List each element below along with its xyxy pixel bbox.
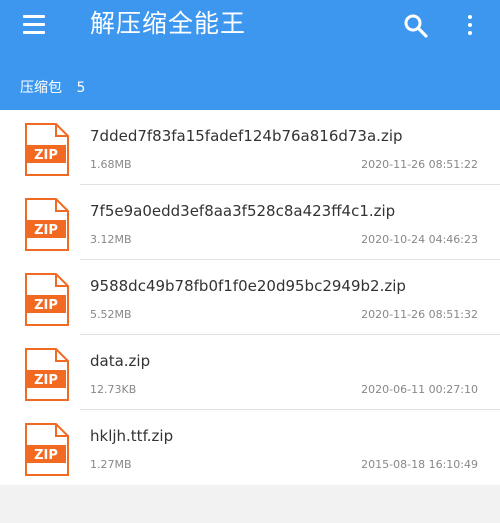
file-row[interactable]: ZIP 9588dc49b78fb0f1f0e20d95bc2949b2.zip… bbox=[0, 260, 500, 335]
file-row[interactable]: ZIP data.zip 12.73KB 2020-06-11 00:27:10 bbox=[0, 335, 500, 410]
zip-icon-label: ZIP bbox=[34, 223, 58, 238]
file-size: 12.73KB bbox=[90, 383, 137, 396]
file-date: 2020-11-26 08:51:32 bbox=[361, 308, 478, 321]
zip-file-icon: ZIP bbox=[24, 273, 70, 327]
file-date: 2020-10-24 04:46:23 bbox=[361, 233, 478, 246]
file-date: 2015-08-18 16:10:49 bbox=[361, 458, 478, 471]
file-date: 2020-06-11 00:27:10 bbox=[361, 383, 478, 396]
file-date: 2020-11-26 08:51:22 bbox=[361, 158, 478, 171]
zip-file-icon: ZIP bbox=[24, 423, 70, 477]
more-vertical-icon[interactable] bbox=[460, 12, 480, 40]
zip-icon-label: ZIP bbox=[34, 448, 58, 463]
toolbar: 解压缩全能王 bbox=[0, 0, 500, 50]
zip-icon-label: ZIP bbox=[34, 298, 58, 313]
zip-icon-label: ZIP bbox=[34, 373, 58, 388]
file-size: 3.12MB bbox=[90, 233, 132, 246]
file-size: 1.68MB bbox=[90, 158, 132, 171]
file-size: 1.27MB bbox=[90, 458, 132, 471]
section-count: 5 bbox=[76, 80, 86, 96]
section-label: 压缩包 bbox=[20, 80, 62, 96]
app-title: 解压缩全能王 bbox=[90, 9, 247, 38]
zip-file-icon: ZIP bbox=[24, 348, 70, 402]
file-list: ZIP 7dded7f83fa15fadef124b76a816d73a.zip… bbox=[0, 110, 500, 485]
file-name: 9588dc49b78fb0f1f0e20d95bc2949b2.zip bbox=[90, 277, 406, 295]
section-header: 压缩包 5 bbox=[20, 76, 85, 100]
file-row[interactable]: ZIP 7f5e9a0edd3ef8aa3f528c8a423ff4c1.zip… bbox=[0, 185, 500, 260]
file-size: 5.52MB bbox=[90, 308, 132, 321]
file-name: hkljh.ttf.zip bbox=[90, 427, 174, 445]
file-row[interactable]: ZIP 7dded7f83fa15fadef124b76a816d73a.zip… bbox=[0, 110, 500, 185]
hamburger-menu-icon[interactable] bbox=[20, 12, 50, 38]
file-row[interactable]: ZIP hkljh.ttf.zip 1.27MB 2015-08-18 16:1… bbox=[0, 410, 500, 485]
search-icon[interactable] bbox=[402, 12, 430, 40]
zip-file-icon: ZIP bbox=[24, 123, 70, 177]
file-name: 7f5e9a0edd3ef8aa3f528c8a423ff4c1.zip bbox=[90, 202, 396, 220]
app-bar: 解压缩全能王 压缩包 5 bbox=[0, 0, 500, 110]
file-name: 7dded7f83fa15fadef124b76a816d73a.zip bbox=[90, 127, 403, 145]
file-name: data.zip bbox=[90, 352, 151, 370]
zip-file-icon: ZIP bbox=[24, 198, 70, 252]
zip-icon-label: ZIP bbox=[34, 148, 58, 163]
